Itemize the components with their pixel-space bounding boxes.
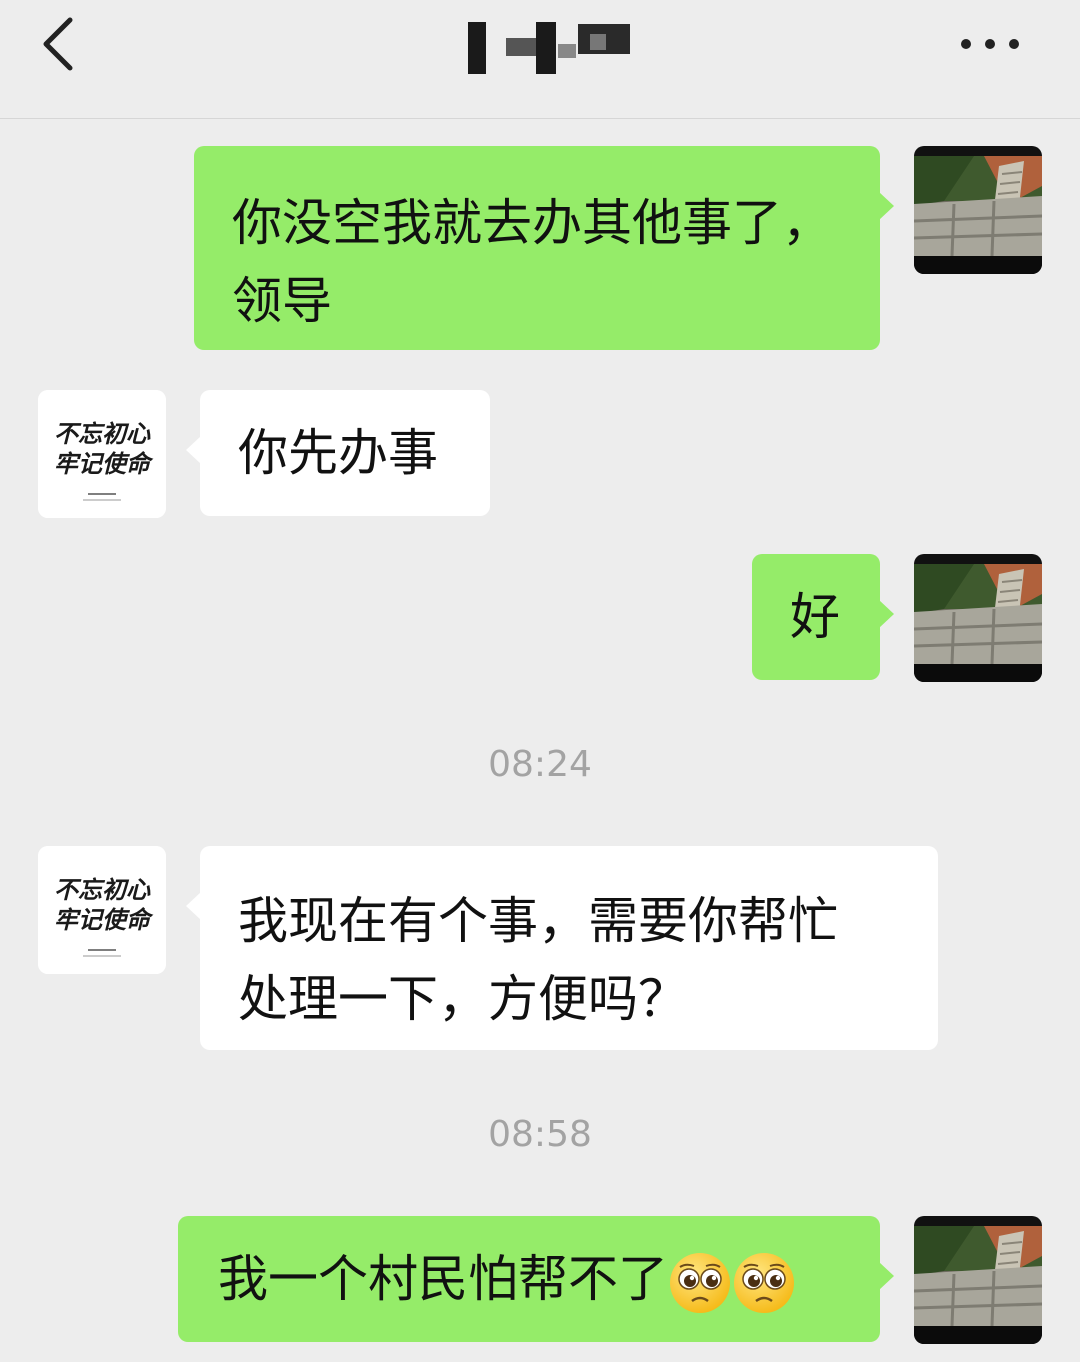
my-avatar[interactable] — [914, 1216, 1042, 1344]
svg-text:不忘初心: 不忘初心 — [54, 419, 151, 448]
contact-message-bubble[interactable]: 你先办事 — [186, 390, 490, 516]
svg-text:牢记使命: 牢记使命 — [54, 905, 154, 934]
message-text-line: 我现在有个事，需要你帮忙 — [238, 892, 838, 950]
contact-avatar[interactable]: 不忘初心 牢记使命 — [38, 390, 166, 518]
message-text: 你先办事 — [238, 424, 438, 482]
svg-text:不忘初心: 不忘初心 — [54, 875, 151, 904]
my-message-bubble[interactable]: 好 — [752, 554, 894, 680]
chevron-left-icon[interactable] — [30, 12, 90, 72]
contact-message-bubble[interactable]: 我现在有个事，需要你帮忙 处理一下，方便吗？ — [186, 846, 938, 1050]
my-message-bubble[interactable]: 你没空我就去办其他事了， 领导 — [194, 146, 894, 350]
my-avatar[interactable] — [914, 146, 1042, 274]
pleading-face-icon — [732, 1251, 796, 1315]
chat-header — [0, 0, 1080, 119]
redacted-contact-name — [466, 20, 636, 78]
message-text: 好 — [790, 588, 840, 646]
my-message-bubble[interactable]: 我一个村民怕帮不了 — [178, 1216, 894, 1342]
message-text-line: 你没空我就去办其他事了， — [232, 194, 832, 252]
more-dots-icon[interactable] — [950, 18, 1030, 68]
timestamp: 08:24 — [488, 744, 592, 785]
message-text-line: 领导 — [232, 272, 332, 330]
my-avatar[interactable] — [914, 554, 1042, 682]
svg-text:牢记使命: 牢记使命 — [54, 449, 154, 478]
message-text: 我一个村民怕帮不了 — [218, 1250, 668, 1308]
pleading-face-icon — [668, 1251, 732, 1315]
contact-avatar[interactable]: 不忘初心 牢记使命 — [38, 846, 166, 974]
message-text-line: 处理一下，方便吗？ — [238, 970, 688, 1028]
timestamp: 08:58 — [488, 1114, 592, 1155]
